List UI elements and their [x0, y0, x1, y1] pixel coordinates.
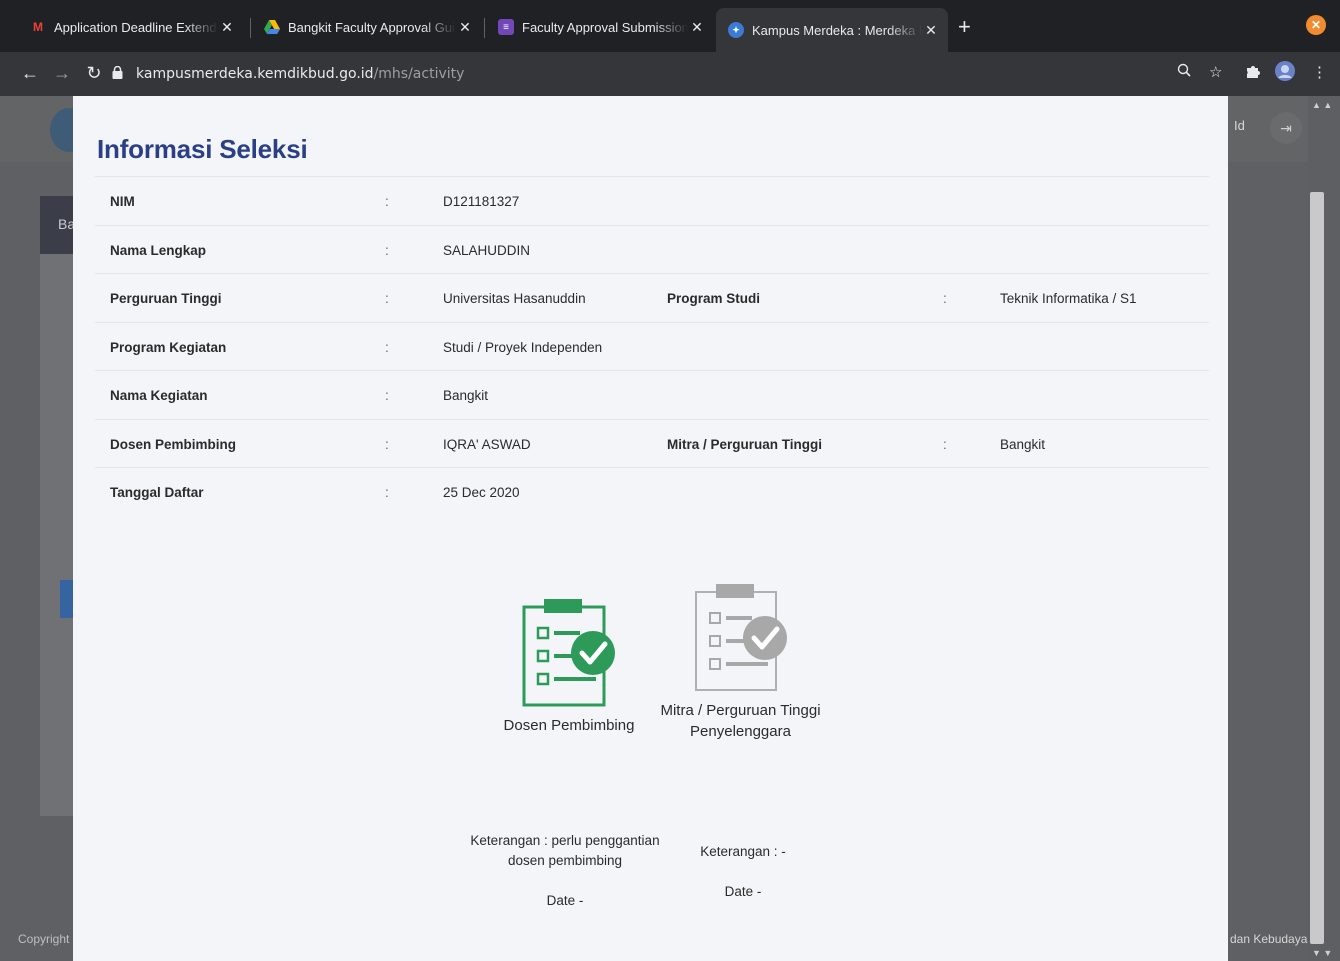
row-value: IQRA' ASWAD	[443, 436, 531, 452]
google-drive-icon	[264, 19, 280, 35]
url-path: /mhs/activity	[373, 66, 465, 82]
tab-separator	[250, 18, 251, 38]
extensions-puzzle-icon[interactable]	[1245, 63, 1261, 83]
info-row-dosen-pembimbing: Dosen Pembimbing : IQRA' ASWAD Mitra / P…	[95, 418, 1209, 468]
row-value: Bangkit	[443, 388, 489, 403]
row-value: D121181327	[443, 194, 520, 209]
row-label-secondary: Program Studi	[667, 291, 761, 306]
tab-separator	[484, 18, 485, 38]
approval-label: Dosen Pembimbing	[503, 717, 635, 734]
note-date: Date -	[546, 893, 584, 908]
gmail-icon: M	[33, 20, 43, 34]
back-icon[interactable]: ←	[18, 61, 42, 85]
row-colon: :	[385, 194, 389, 209]
selection-info-modal: Informasi Seleksi NIM : D121181327 Nama …	[73, 96, 1228, 961]
info-row-nama-lengkap: Nama Lengkap : SALAHUDDIN	[95, 224, 1209, 274]
tab-title: Bangkit Faculty Approval Guide	[288, 19, 456, 35]
row-value: Universitas Hasanuddin	[443, 291, 586, 306]
row-colon: :	[943, 291, 947, 306]
close-tab-icon[interactable]: ✕	[688, 19, 706, 36]
tab-title: Faculty Approval Submission	[522, 19, 688, 35]
note-date: Date -	[724, 884, 762, 899]
note-line1: Keterangan : -	[700, 844, 786, 859]
tab-title: Application Deadline Extended	[54, 19, 218, 35]
browser-tab-gmail[interactable]: M Application Deadline Extended ✕	[18, 10, 244, 44]
approval-label-line2: Penyelenggara	[690, 723, 791, 740]
bookmark-star-icon[interactable]: ☆	[1209, 63, 1222, 81]
row-label: Perguruan Tinggi	[110, 291, 222, 306]
info-row-program-kegiatan: Program Kegiatan : Studi / Proyek Indepe…	[95, 321, 1209, 371]
info-row-tanggal-daftar: Tanggal Daftar : 25 Dec 2020	[95, 467, 1209, 516]
scroll-down-icon[interactable]: ▼ ▼	[1312, 948, 1332, 958]
row-colon: :	[385, 242, 389, 258]
new-tab-button[interactable]: +	[958, 14, 971, 40]
language-selector[interactable]: Id	[1234, 118, 1245, 133]
logout-icon[interactable]: ⇥	[1270, 112, 1302, 144]
info-row-nim: NIM : D121181327	[95, 176, 1209, 225]
browser-toolbar: ← → ↻ kampusmerdeka.kemdikbud.go.id/mhs/…	[0, 52, 1340, 96]
approved-checklist-icon	[522, 599, 615, 707]
row-value: 25 Dec 2020	[443, 485, 520, 500]
note-line2: dosen pembimbing	[507, 853, 623, 868]
address-bar[interactable]: kampusmerdeka.kemdikbud.go.id/mhs/activi…	[112, 60, 1232, 88]
url-host: kampusmerdeka.kemdikbud.go.id	[136, 66, 374, 82]
selection-info-table: NIM : D121181327 Nama Lengkap : SALAHUDD…	[95, 176, 1209, 516]
kampus-merdeka-icon: ✦	[728, 22, 744, 38]
lock-icon	[112, 65, 126, 82]
row-label: Program Kegiatan	[110, 339, 227, 355]
approval-mitra-penyelenggara: Mitra / Perguruan Tinggi Penyelenggara	[653, 584, 828, 742]
browser-tab-drive[interactable]: Bangkit Faculty Approval Guide ✕	[252, 10, 482, 44]
google-forms-icon: ≡	[498, 19, 514, 35]
close-tab-icon[interactable]: ✕	[456, 19, 474, 36]
browser-close-icon[interactable]: ✕	[1306, 15, 1326, 35]
row-value: SALAHUDDIN	[443, 242, 531, 258]
note-line1: Keterangan : perlu penggantian	[470, 833, 660, 848]
row-label-secondary: Mitra / Perguruan Tinggi	[667, 436, 823, 452]
footer-copyright: Copyright ©	[18, 932, 82, 946]
approval-label-line1: Mitra / Perguruan Tinggi	[660, 702, 821, 719]
profile-avatar-icon[interactable]	[1274, 60, 1296, 86]
note-mitra: Keterangan : - Date -	[679, 842, 807, 902]
browser-menu-icon[interactable]: ⋮	[1312, 63, 1327, 81]
info-row-perguruan-tinggi: Perguruan Tinggi : Universitas Hasanuddi…	[95, 273, 1209, 322]
forward-icon[interactable]: →	[50, 61, 74, 85]
pending-checklist-icon	[694, 584, 787, 691]
close-tab-icon[interactable]: ✕	[922, 22, 940, 39]
modal-title: Informasi Seleksi	[97, 134, 308, 164]
row-colon: :	[385, 436, 389, 452]
zoom-icon[interactable]	[1177, 63, 1191, 81]
approval-dosen-pembimbing: Dosen Pembimbing	[489, 599, 649, 736]
row-colon: :	[943, 436, 947, 452]
scroll-up-icon[interactable]: ▲ ▲	[1312, 100, 1332, 110]
row-value: Studi / Proyek Independen	[443, 339, 603, 355]
row-colon: :	[385, 485, 389, 500]
page-scrollbar-thumb[interactable]	[1310, 192, 1324, 944]
close-tab-icon[interactable]: ✕	[218, 19, 236, 36]
info-row-nama-kegiatan: Nama Kegiatan : Bangkit	[95, 370, 1209, 419]
reload-icon[interactable]: ↻	[82, 61, 106, 85]
row-label: Nama Lengkap	[110, 242, 207, 258]
row-label: NIM	[110, 194, 135, 209]
note-dosen-pembimbing: Keterangan : perlu penggantian dosen pem…	[455, 831, 675, 911]
row-value-secondary: Bangkit	[1000, 436, 1046, 452]
browser-tab-forms[interactable]: ≡ Faculty Approval Submission ✕	[486, 10, 714, 44]
browser-tab-kampus-merdeka[interactable]: ✦ Kampus Merdeka : Merdeka Belajar ✕	[716, 8, 948, 52]
row-label: Dosen Pembimbing	[110, 436, 237, 452]
row-colon: :	[385, 339, 389, 355]
row-colon: :	[385, 388, 389, 403]
tab-title: Kampus Merdeka : Merdeka Belajar	[752, 22, 922, 38]
row-value-secondary: Teknik Informatika / S1	[1000, 291, 1137, 306]
browser-tabbar: M Application Deadline Extended ✕ Bangki…	[0, 0, 1340, 52]
row-colon: :	[385, 291, 389, 306]
row-label: Nama Kegiatan	[110, 388, 208, 403]
row-label: Tanggal Daftar	[110, 485, 204, 500]
